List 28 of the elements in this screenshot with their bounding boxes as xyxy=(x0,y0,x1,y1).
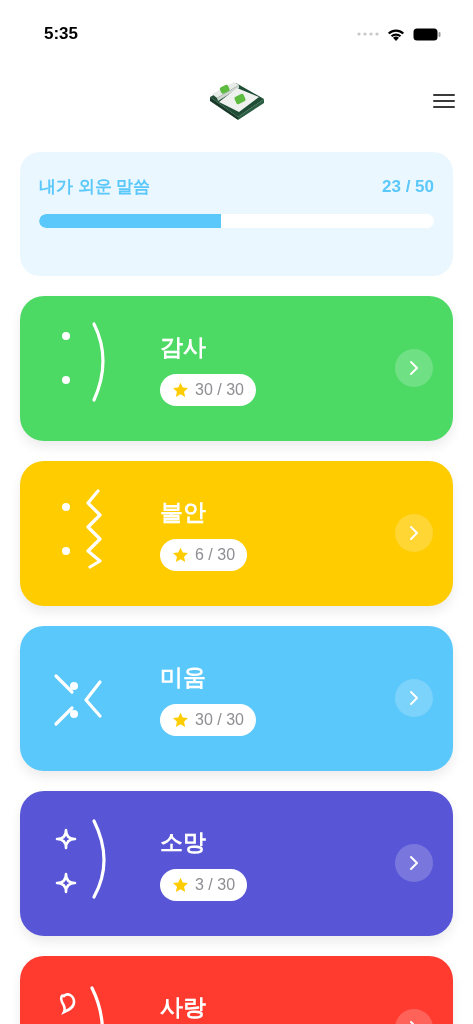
category-title: 불안 xyxy=(160,497,206,527)
progress-count: 23 / 50 xyxy=(382,176,434,198)
star-icon xyxy=(172,712,189,728)
category-title: 소망 xyxy=(160,827,206,857)
chevron-right-icon xyxy=(395,844,433,882)
category-title: 사랑 xyxy=(160,992,206,1022)
category-card[interactable]: 소망 3 / 30 xyxy=(20,790,453,936)
score-pill: 6 / 30 xyxy=(160,539,248,571)
category-card[interactable]: 감사 30 / 30 xyxy=(20,295,453,441)
status-time: 5:35 xyxy=(44,23,79,46)
star-icon xyxy=(172,547,189,563)
star-icon xyxy=(172,877,189,893)
chevron-right-icon xyxy=(395,679,433,717)
chevron-right-icon xyxy=(395,349,433,387)
category-title: 감사 xyxy=(160,332,206,362)
score-pill: 3 / 30 xyxy=(160,869,248,901)
progress-title: 내가 외운 말씀 xyxy=(39,176,151,198)
category-card[interactable]: 불안 6 / 30 xyxy=(20,460,453,606)
battery-icon xyxy=(413,27,441,41)
chevron-right-icon xyxy=(395,514,433,552)
score-pill: 30 / 30 xyxy=(160,374,256,406)
category-title: 미움 xyxy=(160,662,206,692)
category-card[interactable]: 사랑 xyxy=(20,955,453,1024)
signal-icon xyxy=(357,32,379,36)
star-icon xyxy=(172,382,189,398)
wifi-icon xyxy=(387,27,405,41)
score-pill: 30 / 30 xyxy=(160,704,256,736)
category-card[interactable]: 미움 30 / 30 xyxy=(20,625,453,771)
